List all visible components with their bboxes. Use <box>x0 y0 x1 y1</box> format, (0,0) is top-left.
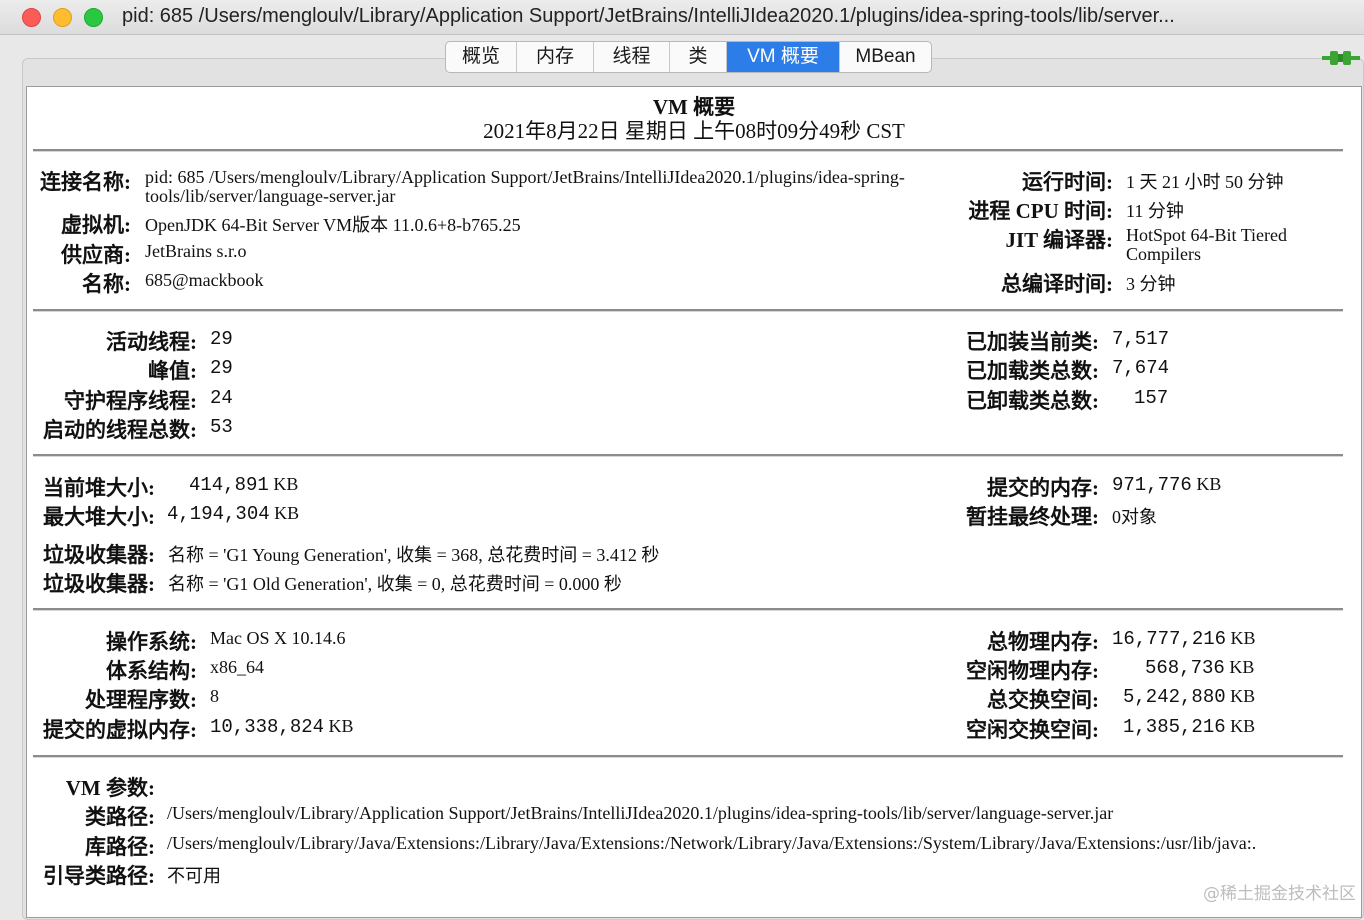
heap-max-unit: KB <box>274 503 300 523</box>
physical-total-value: 16,777,216 <box>1112 628 1227 650</box>
divider <box>33 608 1343 611</box>
arch-value: x86_64 <box>210 657 264 677</box>
heap-max-value: 4,194,304 <box>167 503 270 525</box>
vendor-value: JetBrains s.r.o <box>145 241 247 261</box>
jit-label: JIT 编译器: <box>1005 228 1113 252</box>
committed-memory-value: 971,776 <box>1112 474 1192 496</box>
tab-mbean[interactable]: MBean <box>840 42 931 72</box>
heap-current-label: 当前堆大小: <box>43 476 155 500</box>
connection-plug-icon[interactable] <box>1322 48 1360 68</box>
loaded-current-classes-label: 已加装当前类: <box>966 330 1099 354</box>
swap-total-value: 5,242,880 <box>1123 686 1226 708</box>
virtual-memory-label: 提交的虚拟内存: <box>43 718 197 742</box>
live-threads-label: 活动线程: <box>106 330 197 354</box>
uptime-value: 1 天 21 小时 50 分钟 <box>1126 172 1284 192</box>
loaded-current-classes-value: 7,517 <box>1112 328 1170 350</box>
swap-free-label: 空闲交换空间: <box>966 718 1099 742</box>
summary-datetime: 2021年8月22日 星期日 上午08时09分49秒 CST <box>483 119 905 143</box>
tab-bar: 概览 内存 线程 类 VM 概要 MBean <box>445 41 932 73</box>
started-threads-value: 53 <box>210 416 233 438</box>
heap-current-value: 414,891 <box>189 474 269 496</box>
physical-free-label: 空闲物理内存: <box>966 659 1099 683</box>
zoom-window-button[interactable] <box>84 8 103 27</box>
loaded-total-classes-value: 7,674 <box>1112 357 1170 379</box>
swap-total-unit: KB <box>1230 686 1256 706</box>
divider <box>33 149 1343 152</box>
vm-label: 虚拟机: <box>61 213 131 237</box>
virtual-memory-value: 10,338,824 <box>210 716 325 738</box>
vm-args-label: VM 参数: <box>65 776 155 800</box>
swap-free-value: 1,385,216 <box>1123 716 1226 738</box>
library-path-value: /Users/mengloulv/Library/Java/Extensions… <box>167 833 1257 853</box>
unloaded-classes-value: 157 <box>1134 387 1169 409</box>
physical-total-label: 总物理内存: <box>987 630 1099 654</box>
connection-label: 连接名称: <box>40 170 131 194</box>
name-label: 名称: <box>82 272 131 296</box>
tab-threads[interactable]: 线程 <box>594 42 670 72</box>
gc-young-label: 垃圾收集器: <box>43 543 155 567</box>
tab-memory[interactable]: 内存 <box>517 42 594 72</box>
jit-value: HotSpot 64-Bit Tiered Compilers <box>1126 225 1288 264</box>
library-path-label: 库路径: <box>85 835 155 859</box>
divider <box>33 454 1343 457</box>
started-threads-label: 启动的线程总数: <box>43 418 197 442</box>
vm-summary-panel: VM 概要 2021年8月22日 星期日 上午08时09分49秒 CST 连接名… <box>26 86 1362 918</box>
swap-free-unit: KB <box>1230 716 1256 736</box>
daemon-threads-label: 守护程序线程: <box>64 389 197 413</box>
close-window-button[interactable] <box>22 8 41 27</box>
tab-overview[interactable]: 概览 <box>446 42 517 72</box>
boot-classpath-label: 引导类路径: <box>43 864 155 888</box>
committed-memory-unit: KB <box>1196 474 1222 494</box>
tab-vm-summary[interactable]: VM 概要 <box>727 42 840 72</box>
gc-old-value: 名称 = 'G1 Old Generation', 收集 = 0, 总花费时间 … <box>168 574 622 594</box>
live-threads-value: 29 <box>210 328 233 350</box>
peak-label: 峰值: <box>148 359 197 383</box>
watermark: @稀土掘金技术社区 <box>1203 884 1356 904</box>
virtual-memory-unit: KB <box>328 716 354 736</box>
pending-finalization-label: 暂挂最终处理: <box>966 505 1099 529</box>
unloaded-classes-label: 已卸载类总数: <box>966 389 1099 413</box>
os-label: 操作系统: <box>106 630 197 654</box>
os-value: Mac OS X 10.14.6 <box>210 628 346 648</box>
title-bar: pid: 685 /Users/mengloulv/Library/Applic… <box>0 0 1364 35</box>
connection-value: pid: 685 /Users/mengloulv/Library/Applic… <box>145 167 905 206</box>
arch-label: 体系结构: <box>106 659 197 683</box>
classpath-label: 类路径: <box>85 805 155 829</box>
peak-value: 29 <box>210 357 233 379</box>
heap-max-label: 最大堆大小: <box>43 505 155 529</box>
gc-young-value: 名称 = 'G1 Young Generation', 收集 = 368, 总花… <box>168 545 660 565</box>
classpath-value: /Users/mengloulv/Library/Application Sup… <box>167 803 1114 823</box>
committed-memory-label: 提交的内存: <box>987 476 1099 500</box>
loaded-total-classes-label: 已加载类总数: <box>966 359 1099 383</box>
processors-label: 处理程序数: <box>85 688 197 712</box>
minimize-window-button[interactable] <box>53 8 72 27</box>
cpu-time-label: 进程 CPU 时间: <box>968 199 1113 223</box>
name-value: 685@mackbook <box>145 270 264 290</box>
physical-total-unit: KB <box>1230 628 1256 648</box>
heap-current-unit: KB <box>273 474 299 494</box>
daemon-threads-value: 24 <box>210 387 233 409</box>
uptime-label: 运行时间: <box>1022 170 1113 194</box>
tab-classes[interactable]: 类 <box>670 42 727 72</box>
pending-finalization-value: 0对象 <box>1112 507 1157 527</box>
compile-time-value: 3 分钟 <box>1126 274 1176 294</box>
compile-time-label: 总编译时间: <box>1001 272 1113 296</box>
physical-free-unit: KB <box>1229 657 1255 677</box>
divider <box>33 309 1343 312</box>
gc-old-label: 垃圾收集器: <box>43 572 155 596</box>
swap-total-label: 总交换空间: <box>987 688 1099 712</box>
divider <box>33 755 1343 758</box>
window-title: pid: 685 /Users/mengloulv/Library/Applic… <box>122 5 1175 27</box>
boot-classpath-value: 不可用 <box>167 866 221 886</box>
physical-free-value: 568,736 <box>1145 657 1225 679</box>
vm-value: OpenJDK 64-Bit Server VM版本 11.0.6+8-b765… <box>145 215 521 235</box>
cpu-time-value: 11 分钟 <box>1126 201 1184 221</box>
vendor-label: 供应商: <box>61 243 131 267</box>
processors-value: 8 <box>210 686 219 706</box>
